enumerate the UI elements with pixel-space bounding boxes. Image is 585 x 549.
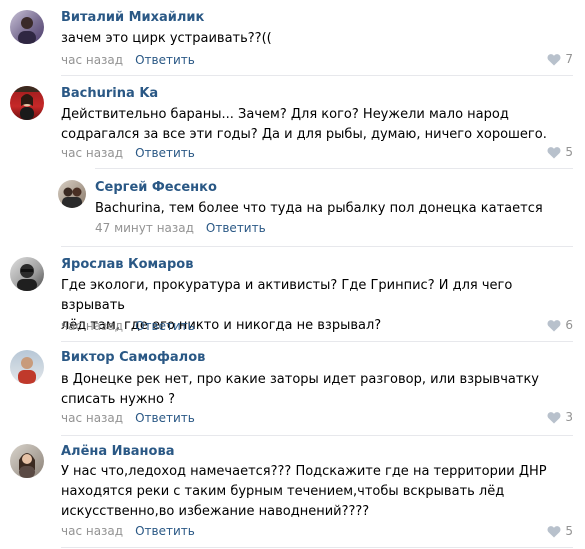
divider [95,168,573,169]
avatar[interactable] [10,257,44,291]
avatar[interactable] [10,350,44,384]
heart-icon [547,146,561,158]
comment-time[interactable]: час назад [61,319,123,333]
avatar[interactable] [10,86,44,120]
reply-button[interactable]: Ответить [135,319,195,333]
comment-time[interactable]: час назад [61,146,123,160]
heart-icon [547,411,561,423]
heart-icon [547,319,561,331]
like-button[interactable]: 7 [547,52,573,66]
comment-text: Действительно бараны... Зачем? Для кого?… [61,107,547,142]
divider [61,75,573,76]
heart-icon [547,53,561,65]
reply-button[interactable]: Ответить [135,524,195,538]
like-count: 5 [565,145,573,159]
comment-text: Bachurina, тем более что туда на рыбалку… [95,201,543,216]
divider [61,547,573,548]
reply-button[interactable]: Ответить [135,53,195,67]
comment-text: У нас что,ледоход намечается??? Подскажи… [61,464,547,519]
comment-time[interactable]: час назад [61,53,123,67]
comment-meta: 47 минут назад Ответить [95,221,266,235]
comment-meta: час назад Ответить [61,53,195,67]
like-button[interactable]: 3 [547,410,573,424]
comment-time[interactable]: час назад [61,411,123,425]
comment-time[interactable]: 47 минут назад [95,221,194,235]
avatar[interactable] [10,444,44,478]
like-count: 6 [565,318,573,332]
divider [61,435,573,436]
comment-meta: час назад Ответить [61,411,195,425]
comment-text: зачем это цирк устраивать??(( [61,31,272,46]
like-count: 5 [565,524,573,538]
like-button[interactable]: 5 [547,145,573,159]
reply-button[interactable]: Ответить [135,146,195,160]
comment-author[interactable]: Bachurina Ka [61,86,158,101]
comment-author[interactable]: Сергей Фесенко [95,180,217,195]
like-button[interactable]: 6 [547,318,573,332]
comment-author[interactable]: Виктор Самофалов [61,350,205,365]
comment-author[interactable]: Алёна Иванова [61,444,174,459]
avatar[interactable] [58,180,86,208]
like-count: 3 [565,410,573,424]
avatar[interactable] [10,10,44,44]
comment-author[interactable]: Виталий Михайлик [61,10,204,25]
comment-author[interactable]: Ярослав Комаров [61,257,193,272]
divider [61,246,573,247]
like-count: 7 [565,52,573,66]
divider [61,341,573,342]
comment-text: в Донецке рек нет, про какие заторы идет… [61,372,539,407]
reply-button[interactable]: Ответить [206,221,266,235]
comment-meta: час назад Ответить [61,319,195,333]
like-button[interactable]: 5 [547,524,573,538]
reply-button[interactable]: Ответить [135,411,195,425]
comment-meta: час назад Ответить [61,524,195,538]
comment-meta: час назад Ответить [61,146,195,160]
comment-time[interactable]: час назад [61,524,123,538]
heart-icon [547,525,561,537]
